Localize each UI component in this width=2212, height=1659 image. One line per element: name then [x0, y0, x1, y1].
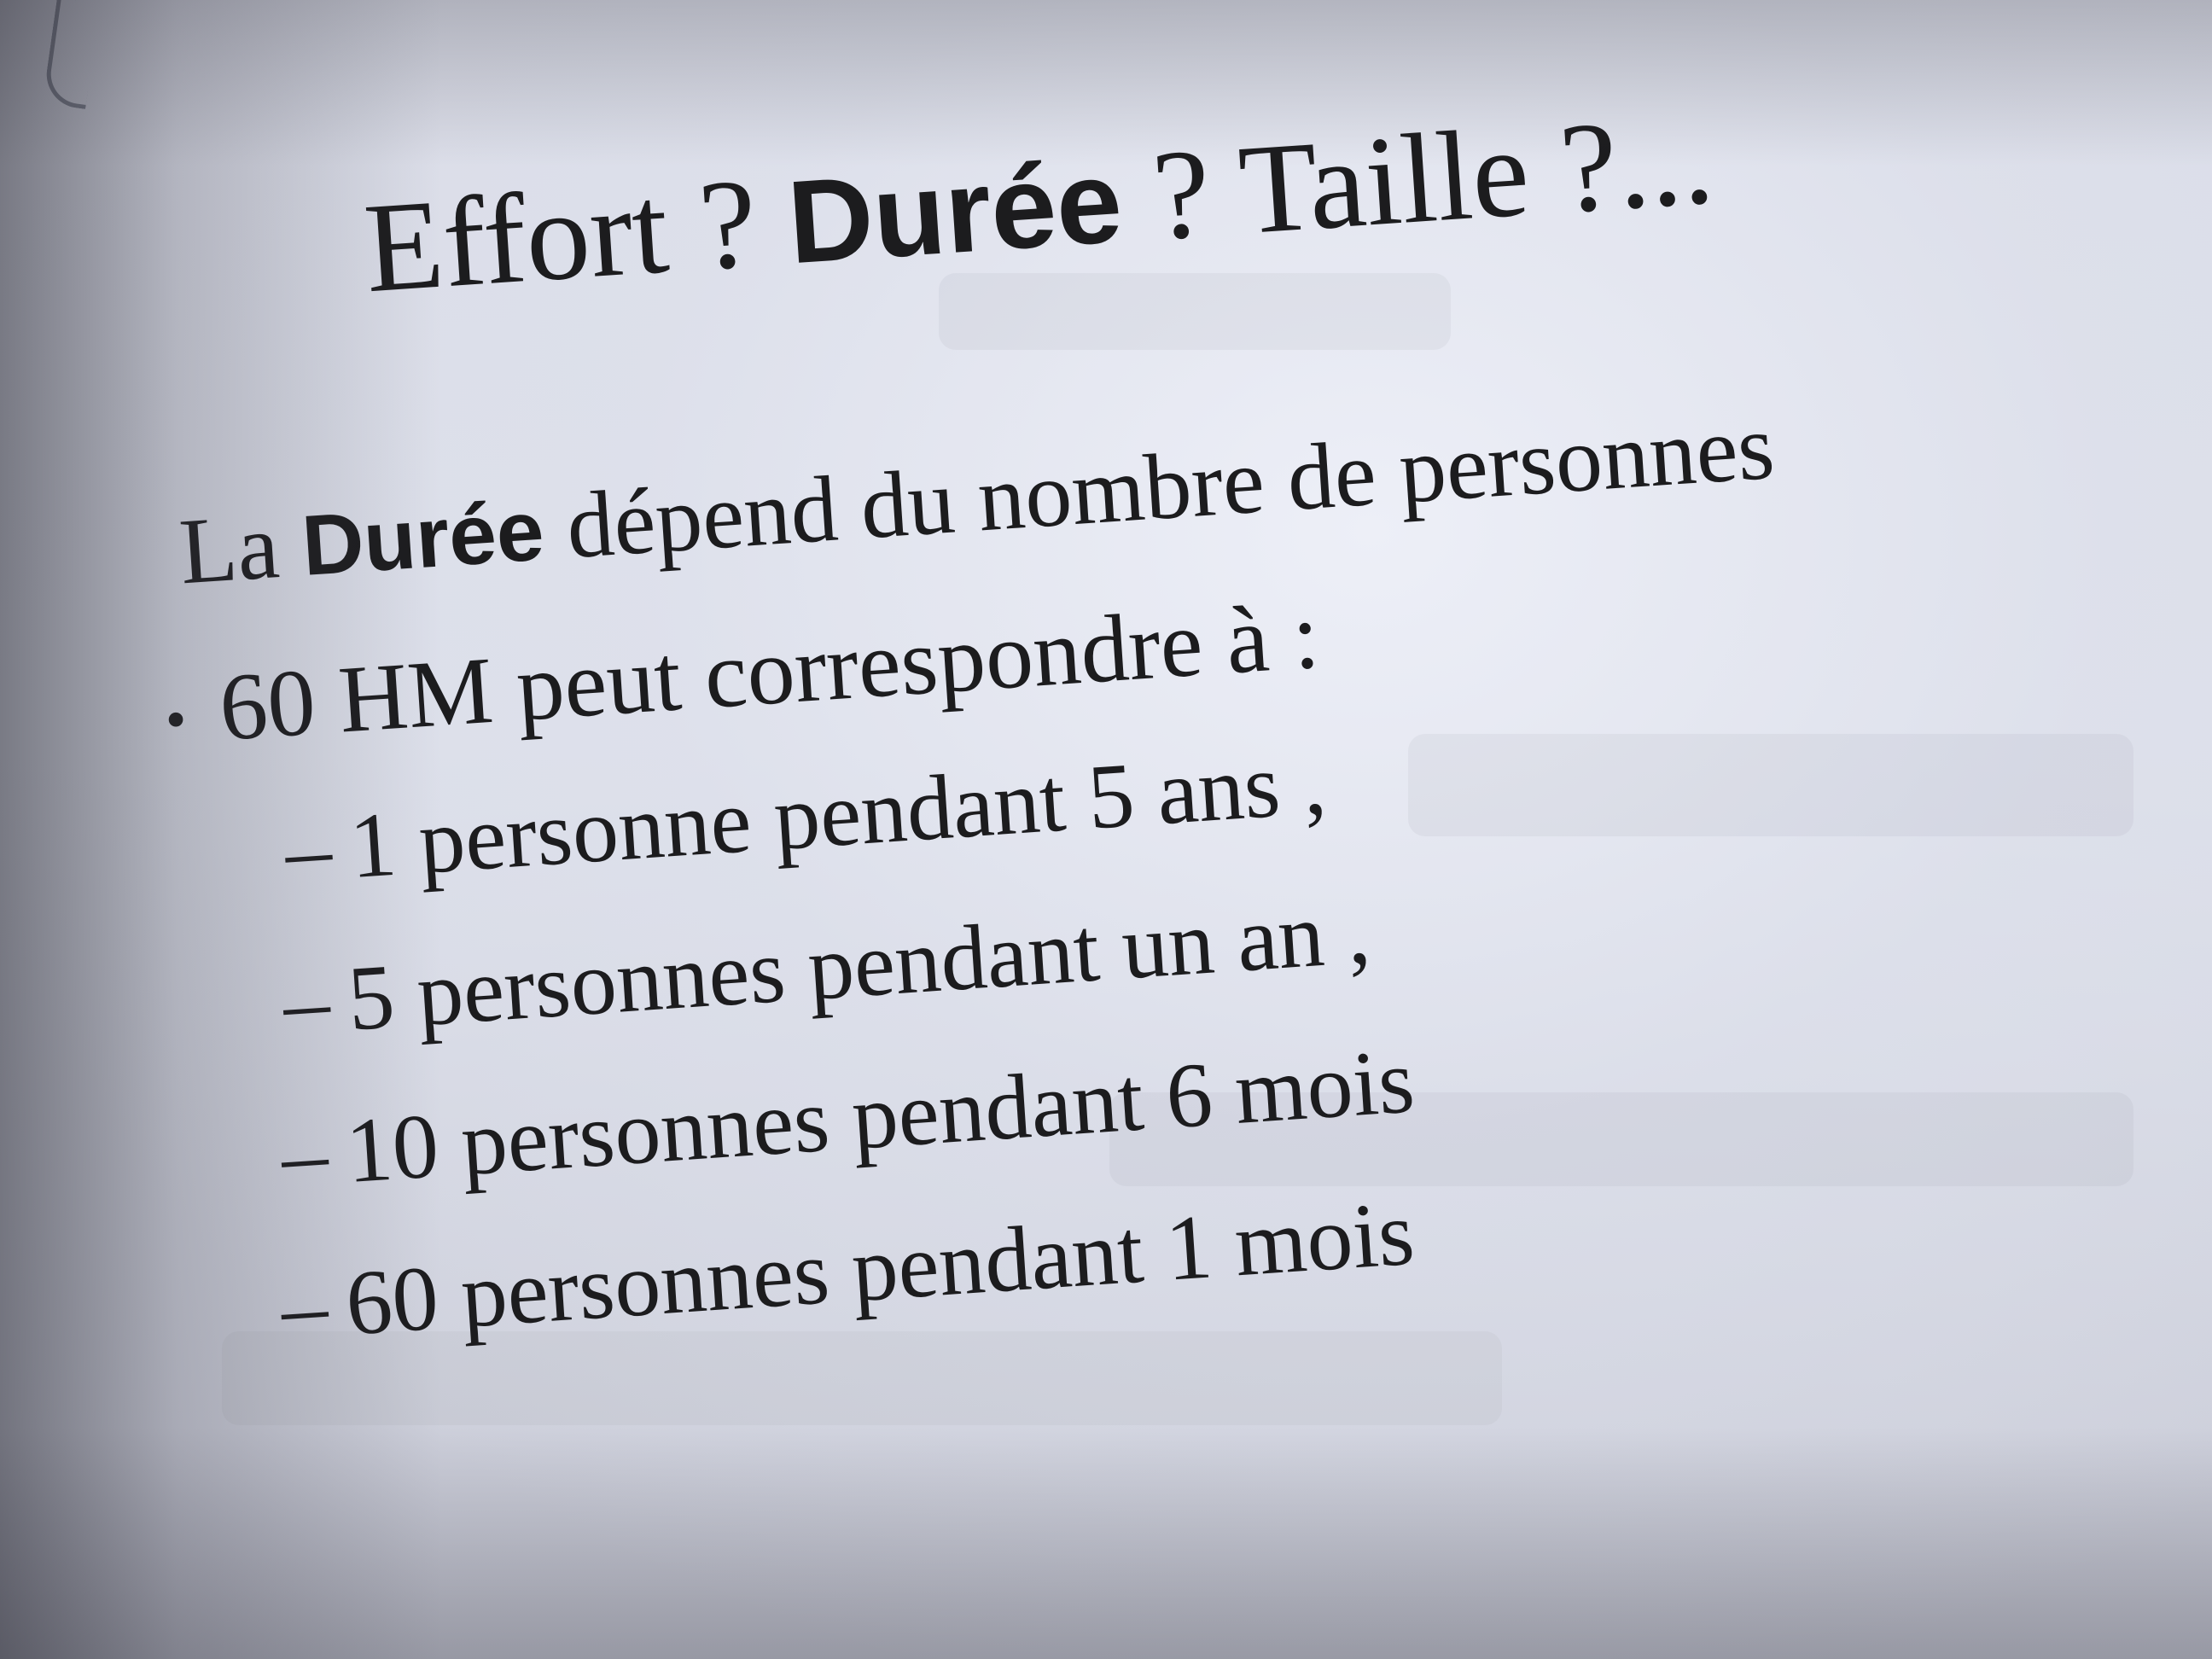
- sub-item-text: 1 personne pendant 5 ans ,: [346, 731, 1330, 899]
- sub-item: –5 personnes pendant un an ,: [280, 881, 1407, 1055]
- sub-item: –1 personne pendant 5 ans ,: [282, 731, 1397, 902]
- sub-item-list: –1 personne pendant 5 ans , –5 personnes…: [248, 731, 1431, 1414]
- sub-item-text: 60 personnes pendant 1 mois: [342, 1182, 1417, 1355]
- title-part-2: ? Taille ?...: [1116, 88, 1718, 270]
- intro-bold-word: Durée: [299, 482, 547, 594]
- sub-item: –60 personnes pendant 1 mois: [278, 1183, 1427, 1359]
- sub-item-text: 5 personnes pendant un an ,: [345, 881, 1374, 1051]
- page-title: Effort ? Durée ? Taille ?...: [360, 89, 1718, 320]
- bullet-item: • 60 HM peut correspondre à :: [161, 583, 1322, 761]
- dash-marker: –: [278, 1102, 331, 1208]
- dash-marker: –: [277, 1254, 331, 1359]
- bullet-marker: •: [163, 686, 189, 754]
- dash-marker: –: [280, 950, 334, 1055]
- page-content: Effort ? Durée ? Taille ?... La Durée dé…: [0, 0, 2212, 1659]
- sub-item: –10 personnes pendant 6 mois: [278, 1030, 1417, 1207]
- intro-suffix: dépend du nombre de personnes: [539, 393, 1778, 580]
- title-part-1: Effort ?: [360, 149, 794, 320]
- sub-item-text: 10 personnes pendant 6 mois: [342, 1030, 1417, 1203]
- intro-prefix: La: [176, 492, 306, 604]
- bullet-text: 60 HM peut correspondre à :: [216, 582, 1323, 761]
- title-bold-word: Durée: [783, 135, 1126, 289]
- intro-sentence: La Durée dépend du nombre de personnes: [177, 394, 1778, 604]
- dash-marker: –: [282, 797, 335, 903]
